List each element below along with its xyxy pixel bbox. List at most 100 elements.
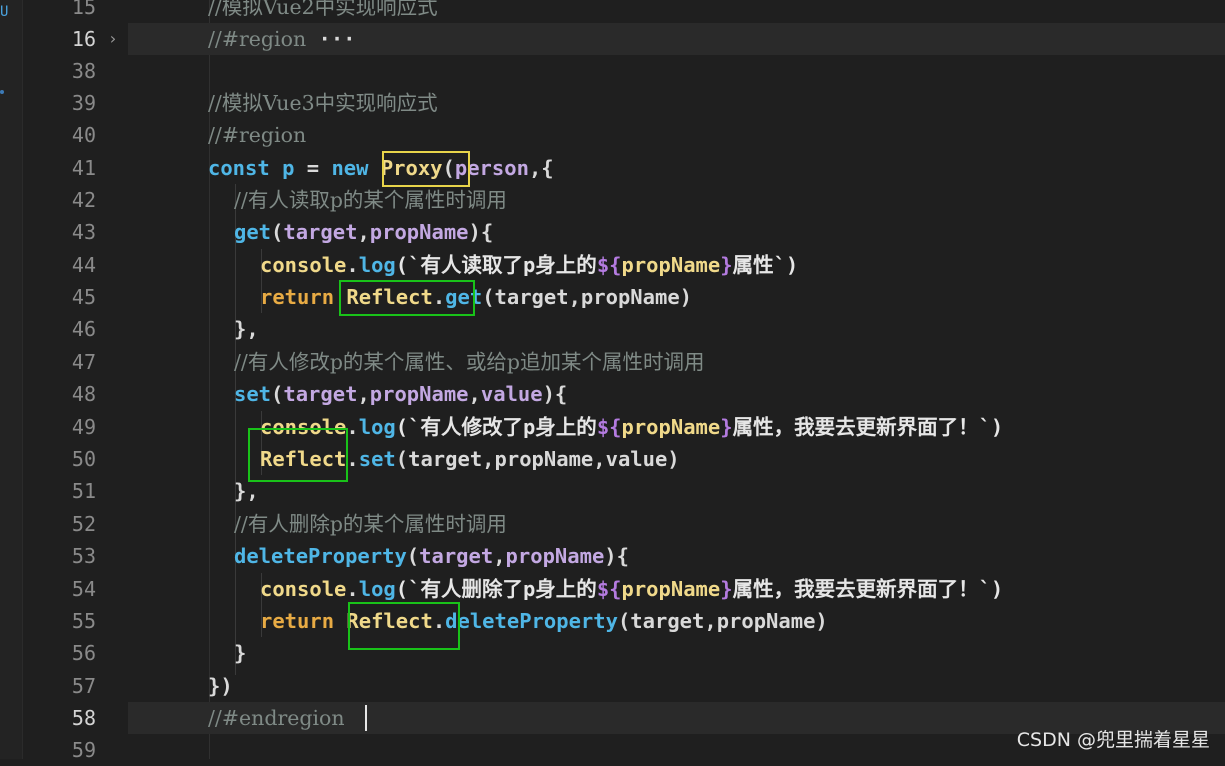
code-text: //有人读取p的某个属性时调用 (234, 188, 507, 212)
reflect-get-highlight-box (339, 280, 475, 316)
line-number: 39 (71, 91, 96, 115)
text-cursor (365, 705, 367, 731)
punctuation: . (346, 415, 359, 439)
code-line-38[interactable]: 38 (23, 55, 1225, 87)
line-number: 38 (71, 59, 96, 83)
keyword-return: return (260, 285, 335, 309)
template-close: } (720, 415, 733, 439)
method-log: log (358, 415, 396, 439)
keyword-return: return (260, 609, 335, 633)
line-number: 56 (71, 641, 96, 665)
param-propname: propName (369, 220, 469, 244)
code-line-52[interactable]: 52 //有人删除p的某个属性时调用 (23, 508, 1225, 540)
param-propname: propName (505, 544, 605, 568)
code-text: //有人修改p的某个属性、或给p追加某个属性时调用 (234, 350, 705, 374)
watermark: CSDN @兜里揣着星星 (1016, 729, 1210, 751)
string: (`有人删除了p身上的 (395, 577, 597, 601)
line-number: 58 (71, 706, 96, 730)
line-number: 45 (71, 285, 96, 309)
string: 属性，我要去更新界面了！`) (732, 415, 1004, 439)
template-open: ${ (596, 577, 622, 601)
operator: = (294, 156, 332, 180)
code-line-54[interactable]: 54 console.log(`有人删除了p身上的${propName}属性，我… (23, 573, 1225, 605)
source-control-badge: U (0, 4, 9, 20)
line-number: 54 (71, 577, 96, 601)
code-line-39[interactable]: 39 //模拟Vue3中实现响应式 (23, 87, 1225, 119)
line-number: 51 (71, 479, 96, 503)
punctuation: , (493, 544, 506, 568)
line-number: 57 (71, 674, 96, 698)
region-comment: //#region (208, 27, 307, 51)
string: 属性`) (732, 253, 799, 277)
code-line-44[interactable]: 44 console.log(`有人读取了p身上的${propName}属性`) (23, 249, 1225, 281)
punctuation: ( (271, 220, 284, 244)
string: 属性，我要去更新界面了！`) (732, 577, 1004, 601)
code-line-51[interactable]: 51 }, (23, 475, 1225, 507)
line-number: 16 (71, 27, 96, 51)
console: console (260, 577, 347, 601)
line-number: 49 (71, 415, 96, 439)
line-number: 41 (71, 156, 96, 180)
code-line-56[interactable]: 56 } (23, 637, 1225, 669)
template-close: } (720, 253, 733, 277)
line-number: 50 (71, 447, 96, 471)
code-line-48[interactable]: 48 set(target,propName,value){ (23, 378, 1225, 410)
console: console (260, 253, 347, 277)
line-number: 53 (71, 544, 96, 568)
code-line-15[interactable]: 15 //模拟Vue2中实现响应式 (23, 0, 1225, 23)
status-dot-icon (0, 90, 4, 94)
param-propname: propName (369, 382, 469, 406)
line-number: 52 (71, 512, 96, 536)
code-text: }, (234, 317, 259, 341)
method-set: set (358, 447, 396, 471)
method-log: log (358, 577, 396, 601)
line-number: 55 (71, 609, 96, 633)
code-text: //模拟Vue3中实现响应式 (208, 91, 438, 115)
keyword-new: new (331, 156, 369, 180)
code-line-53[interactable]: 53 deleteProperty(target,propName){ (23, 540, 1225, 572)
punctuation: ( (271, 382, 284, 406)
code-line-50[interactable]: 50 Reflect.set(target,propName,value) (23, 443, 1225, 475)
template-var: propName (621, 253, 721, 277)
code-line-55[interactable]: 55 return Reflect.deleteProperty(target,… (23, 605, 1225, 637)
line-number: 43 (71, 220, 96, 244)
code-line-40[interactable]: 40 //#region (23, 119, 1225, 151)
code-line-16[interactable]: 16 › //#region ··· (23, 23, 1225, 55)
param-target: target (283, 220, 358, 244)
code-line-43[interactable]: 43 get(target,propName){ (23, 216, 1225, 248)
template-close: } (720, 577, 733, 601)
punctuation: , (468, 382, 481, 406)
fold-chevron-icon[interactable]: › (108, 23, 118, 55)
punctuation: , (357, 382, 370, 406)
code-text: //#endregion (208, 706, 345, 730)
punctuation: ){ (468, 220, 494, 244)
param-value: value (480, 382, 543, 406)
template-var: propName (621, 415, 721, 439)
reflect-set-highlight-box (248, 428, 348, 482)
code-line-47[interactable]: 47 //有人修改p的某个属性、或给p追加某个属性时调用 (23, 346, 1225, 378)
code-line-46[interactable]: 46 }, (23, 313, 1225, 345)
folded-region-ellipsis[interactable]: ··· (319, 27, 356, 51)
punctuation: ){ (604, 544, 629, 568)
method-get: get (234, 220, 272, 244)
line-number: 48 (71, 382, 96, 406)
param-target: target (283, 382, 358, 406)
string: (`有人读取了p身上的 (395, 253, 597, 277)
line-number: 59 (71, 738, 96, 762)
variable-p: p (282, 156, 295, 180)
code-line-45[interactable]: 45 return Reflect.get(target,propName) (23, 281, 1225, 313)
punctuation: , (357, 220, 370, 244)
punctuation: ( (406, 544, 420, 568)
template-open: ${ (596, 253, 622, 277)
punctuation: . (346, 577, 359, 601)
method-log: log (358, 253, 396, 277)
code-line-49[interactable]: 49 console.log(`有人修改了p身上的${propName}属性，我… (23, 411, 1225, 443)
line-number: 46 (71, 317, 96, 341)
code-editor[interactable]: 15 //模拟Vue2中实现响应式 16 › //#region ··· 38 … (23, 0, 1225, 762)
param-target: target (419, 544, 494, 568)
line-number: 15 (71, 0, 96, 19)
code-line-41[interactable]: 41 const p = new Proxy(person,{ (23, 152, 1225, 184)
keyword-const: const (208, 156, 270, 180)
code-line-57[interactable]: 57 }) (23, 670, 1225, 702)
code-line-42[interactable]: 42 //有人读取p的某个属性时调用 (23, 184, 1225, 216)
